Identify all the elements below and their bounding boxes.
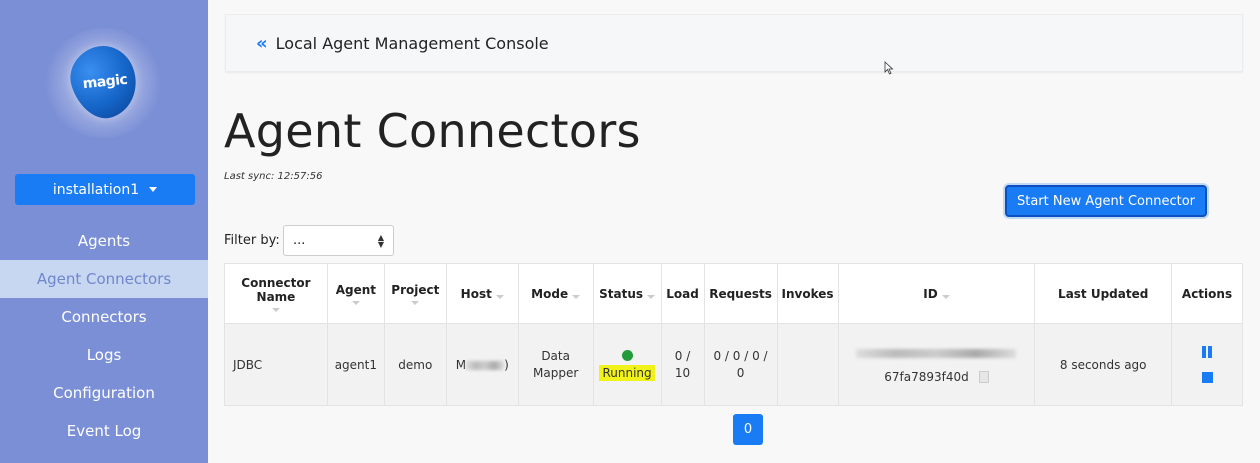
sidebar-item-label: Agent Connectors (36, 270, 172, 288)
status-badge: Running (599, 364, 655, 381)
stop-icon[interactable] (1201, 372, 1213, 383)
col-load: Load (660, 263, 705, 324)
sort-icon (647, 294, 656, 299)
select-updown-icon: ▲ ▼ (377, 232, 384, 249)
sidebar-nav: Agents Agent Connectors Connectors Logs … (0, 222, 208, 450)
caret-down-icon (149, 187, 158, 192)
cell-project: demo (383, 323, 447, 406)
col-mode[interactable]: Mode (517, 263, 594, 324)
console-title: Local Agent Management Console (275, 33, 549, 53)
redacted-host (466, 360, 505, 370)
cell-requests: 0 / 0 / 0 / 0 (703, 323, 778, 406)
sort-icon (495, 294, 504, 299)
col-invokes: Invokes (776, 263, 839, 324)
copy-icon[interactable] (978, 371, 989, 383)
sidebar-item-label: Event Log (66, 422, 142, 440)
magic-logo: magic (44, 28, 162, 138)
filter-label: Filter by: (224, 233, 280, 248)
col-status[interactable]: Status (592, 263, 662, 324)
last-sync-text: Last sync: 12:57:56 (224, 171, 323, 182)
cell-load: 0 / 10 (660, 323, 705, 406)
cell-connector-name: JDBC (224, 323, 328, 406)
installation-dropdown[interactable]: installation1 (15, 174, 195, 205)
sidebar-item-agents[interactable]: Agents (0, 222, 208, 260)
cell-invokes (776, 323, 839, 406)
mouse-cursor-icon (884, 61, 894, 75)
sort-icon (941, 294, 950, 299)
col-project[interactable]: Project (383, 263, 447, 324)
col-host[interactable]: Host (445, 263, 519, 324)
sidebar-item-configuration[interactable]: Configuration (0, 374, 208, 412)
status-running-dot (621, 349, 633, 361)
table-row: JDBC agent1 demo M) Data Mapper Running … (224, 323, 1243, 406)
col-requests: Requests (703, 263, 778, 324)
agent-connectors-table: Connector Name Agent Project Host Mode S… (224, 263, 1243, 406)
sidebar: magic installation1 Agents Agent Connect… (0, 0, 208, 463)
sort-icon (351, 300, 360, 305)
cell-last-updated: 8 seconds ago (1034, 323, 1172, 406)
installation-label: installation1 (52, 181, 140, 198)
filter-select[interactable]: ... ▲ ▼ (283, 225, 394, 256)
filter-selected-value: ... (293, 233, 306, 248)
header-bar: « Local Agent Management Console (225, 14, 1243, 72)
table-header-row: Connector Name Agent Project Host Mode S… (224, 263, 1243, 324)
pagination-page-button[interactable]: 0 (733, 414, 763, 445)
cell-host: M) (445, 323, 519, 406)
cell-actions (1171, 323, 1243, 406)
redacted-id (856, 348, 1017, 358)
cell-id: 67fa7893f40d (837, 323, 1036, 406)
sidebar-item-logs[interactable]: Logs (0, 336, 208, 374)
start-new-agent-connector-button[interactable]: Start New Agent Connector (1005, 185, 1207, 217)
pause-icon[interactable] (1202, 346, 1212, 358)
sidebar-item-connectors[interactable]: Connectors (0, 298, 208, 336)
col-id[interactable]: ID (837, 263, 1036, 324)
sort-icon (411, 300, 420, 305)
sort-icon (271, 307, 280, 312)
sort-icon (572, 294, 581, 299)
sidebar-item-label: Agents (77, 232, 131, 250)
cell-agent: agent1 (326, 323, 385, 406)
double-chevron-left-icon[interactable]: « (256, 33, 268, 54)
sidebar-item-label: Connectors (61, 308, 147, 326)
col-agent[interactable]: Agent (326, 263, 385, 324)
sidebar-item-event-log[interactable]: Event Log (0, 412, 208, 450)
col-connector-name[interactable]: Connector Name (224, 263, 328, 324)
page-title: Agent Connectors (224, 104, 641, 158)
col-last-updated: Last Updated (1034, 263, 1172, 324)
sidebar-item-label: Configuration (53, 384, 155, 402)
cell-status: Running (592, 323, 662, 406)
sidebar-item-label: Logs (86, 346, 122, 364)
sidebar-item-agent-connectors[interactable]: Agent Connectors (0, 260, 208, 298)
col-actions: Actions (1171, 263, 1243, 324)
cell-mode: Data Mapper (517, 323, 594, 406)
